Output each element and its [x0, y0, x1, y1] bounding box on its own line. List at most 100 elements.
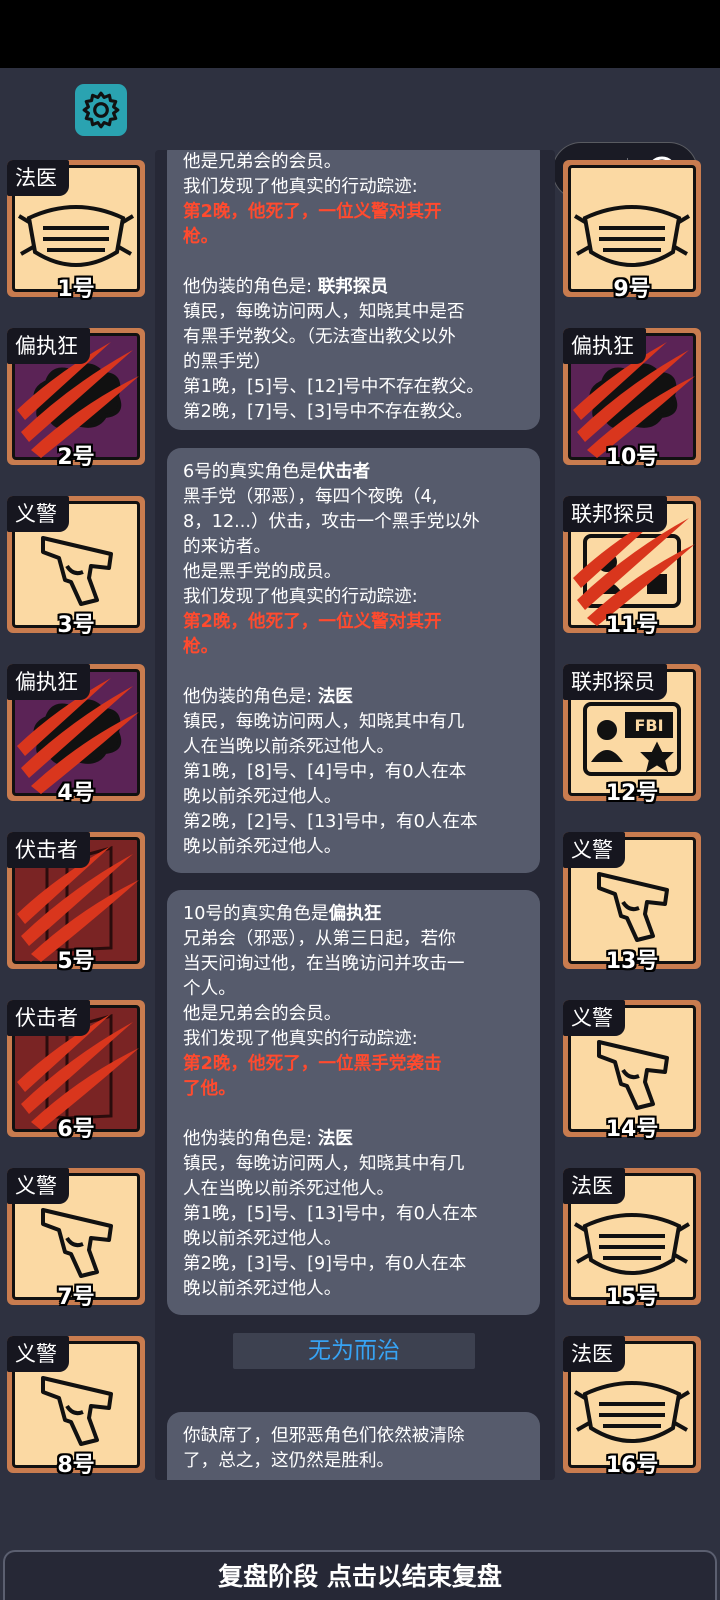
- log-role-name: 伏击者: [317, 462, 371, 482]
- log-line-highlight: 了他。: [183, 1079, 236, 1099]
- role-tag: 法医: [7, 160, 69, 196]
- log-line: 黑手党（邪恶），每四个夜晚（4,: [183, 487, 438, 507]
- log-text: 10号的真实角色是: [183, 904, 329, 924]
- player-card-8[interactable]: 义警 8号: [7, 1336, 145, 1478]
- role-tag: 义警: [7, 496, 69, 532]
- player-number: 1号: [57, 277, 95, 302]
- player-card-10[interactable]: 偏执狂 10号: [563, 328, 701, 470]
- role-tag: 义警: [563, 832, 625, 868]
- status-bar: [0, 0, 720, 68]
- svg-text:FBI: FBI: [634, 716, 663, 735]
- log-role-name: 偏执狂: [328, 904, 382, 924]
- role-tag: 偏执狂: [7, 328, 90, 364]
- log-text: 6号的真实角色是: [183, 462, 318, 482]
- player-card-15[interactable]: 法医 15号: [563, 1168, 701, 1310]
- log-line: 第1晚，[5]号、[12]号中不存在教父。: [183, 377, 484, 397]
- player-number: 16号: [605, 1453, 659, 1478]
- log-line: 第2晚，[2]号、[13]号中，有0人在本: [183, 812, 478, 832]
- log-line-highlight: 枪。: [183, 637, 219, 657]
- player-number: 10号: [605, 445, 659, 470]
- player-number: 13号: [605, 949, 659, 974]
- log-line: 8，12...）伏击，攻击一个黑手党以外: [183, 512, 480, 532]
- player-card-1[interactable]: 法医 1号: [7, 160, 145, 302]
- player-number: 11号: [605, 613, 659, 638]
- settings-button[interactable]: [75, 84, 127, 136]
- player-card-12[interactable]: FBI 联邦探员 12号: [563, 664, 701, 806]
- log-line: 他伪装的角色是: 法医: [183, 685, 524, 710]
- player-card-9[interactable]: 9号: [563, 160, 701, 302]
- log-line: 镇民，每晚访问两人，知晓其中是否: [183, 302, 465, 322]
- end-review-button[interactable]: 复盘阶段 点击以结束复盘: [3, 1550, 717, 1600]
- log-blank: [183, 1102, 524, 1127]
- log-text: 他伪装的角色是:: [183, 687, 318, 707]
- player-number: 5号: [57, 949, 95, 974]
- log-text: 他伪装的角色是:: [183, 1129, 318, 1149]
- gear-icon: [82, 91, 120, 129]
- result-line: 了，总之，这仍然是胜利。: [183, 1451, 395, 1471]
- log-role-name: 法医: [317, 687, 353, 707]
- log-card-player-2: 他是兄弟会的会员。 我们发现了他真实的行动踪迹: 第2晚，他死了，一位义警对其开…: [167, 150, 540, 430]
- log-line: 兄弟会（邪恶），从第三日起，若你: [183, 929, 456, 949]
- player-card-4[interactable]: 偏执狂 4号: [7, 664, 145, 806]
- log-line: 人在当晚以前杀死过他人。: [183, 1179, 395, 1199]
- log-line-highlight: 第2晚，他死了，一位黑手党袭击: [183, 1054, 442, 1074]
- player-card-11[interactable]: 联邦探员 11号: [563, 496, 701, 638]
- role-tag: 义警: [7, 1336, 69, 1372]
- player-number: 7号: [57, 1285, 95, 1310]
- log-blank: [183, 660, 524, 685]
- log-line: 他是兄弟会的会员。: [183, 1004, 342, 1024]
- player-card-6[interactable]: 伏击者 6号: [7, 1000, 145, 1142]
- role-tag: 伏击者: [7, 1000, 90, 1036]
- player-number: 14号: [605, 1117, 659, 1142]
- log-line: 的黑手党）: [183, 352, 271, 372]
- review-log-panel[interactable]: 他是兄弟会的会员。 我们发现了他真实的行动踪迹: 第2晚，他死了，一位义警对其开…: [155, 150, 555, 1480]
- log-line-highlight: 枪。: [183, 227, 219, 247]
- log-line: 镇民，每晚访问两人，知晓其中有几: [183, 712, 465, 732]
- log-role-name: 联邦探员: [317, 277, 389, 297]
- log-line-highlight: 第2晚，他死了，一位义警对其开: [183, 202, 442, 222]
- player-card-13[interactable]: 义警 13号: [563, 832, 701, 974]
- log-line: 个人。: [183, 979, 236, 999]
- result-line: 你缺席了，但邪恶角色们依然被清除: [183, 1426, 465, 1446]
- player-number: 9号: [613, 277, 651, 302]
- log-line: 他是黑手党的成员。: [183, 562, 342, 582]
- log-line: 晚以前杀死过他人。: [183, 837, 342, 857]
- log-line: 第2晚，[7]号、[3]号中不存在教父。: [183, 402, 473, 422]
- role-tag: 伏击者: [7, 832, 90, 868]
- log-line: 他是兄弟会的会员。: [183, 152, 342, 172]
- result-title-button[interactable]: 无为而治: [233, 1333, 475, 1369]
- player-number: 3号: [57, 613, 95, 638]
- player-number: 6号: [57, 1117, 95, 1142]
- player-card-2[interactable]: 偏执狂 2号: [7, 328, 145, 470]
- player-number: 12号: [605, 781, 659, 806]
- player-card-16[interactable]: 法医 16号: [563, 1336, 701, 1478]
- log-line: 6号的真实角色是伏击者: [183, 460, 524, 485]
- role-tag: 偏执狂: [563, 328, 646, 364]
- log-line: 第1晚，[5]号、[13]号中，有0人在本: [183, 1204, 478, 1224]
- player-card-14[interactable]: 义警 14号: [563, 1000, 701, 1142]
- log-card-player-10: 10号的真实角色是偏执狂 兄弟会（邪恶），从第三日起，若你 当天问询过他，在当晚…: [167, 890, 540, 1315]
- log-line: 的来访者。: [183, 537, 271, 557]
- log-line: 我们发现了他真实的行动踪迹:: [183, 1029, 418, 1049]
- player-card-3[interactable]: 义警 3号: [7, 496, 145, 638]
- log-line: 他伪装的角色是: 联邦探员: [183, 275, 524, 300]
- log-line: 有黑手党教父。（无法查出教父以外: [183, 327, 456, 347]
- role-tag: 联邦探员: [563, 496, 667, 532]
- log-blank: [183, 250, 524, 275]
- log-line: 晚以前杀死过他人。: [183, 787, 342, 807]
- log-card-player-6: 6号的真实角色是伏击者 黑手党（邪恶），每四个夜晚（4, 8，12...）伏击，…: [167, 448, 540, 873]
- role-tag: 联邦探员: [563, 664, 667, 700]
- player-number: 4号: [57, 781, 95, 806]
- log-line: 10号的真实角色是偏执狂: [183, 902, 524, 927]
- log-line-highlight: 第2晚，他死了，一位义警对其开: [183, 612, 442, 632]
- log-text: 他伪装的角色是:: [183, 277, 318, 297]
- player-card-7[interactable]: 义警 7号: [7, 1168, 145, 1310]
- log-line: 我们发现了他真实的行动踪迹:: [183, 587, 418, 607]
- log-line: 当天问询过他，在当晚访问并攻击一: [183, 954, 465, 974]
- log-line: 第2晚，[3]号、[9]号中，有0人在本: [183, 1254, 467, 1274]
- log-line: 我们发现了他真实的行动踪迹:: [183, 177, 418, 197]
- role-tag: 义警: [7, 1168, 69, 1204]
- role-tag: 法医: [563, 1168, 625, 1204]
- player-card-5[interactable]: 伏击者 5号: [7, 832, 145, 974]
- log-role-name: 法医: [317, 1129, 353, 1149]
